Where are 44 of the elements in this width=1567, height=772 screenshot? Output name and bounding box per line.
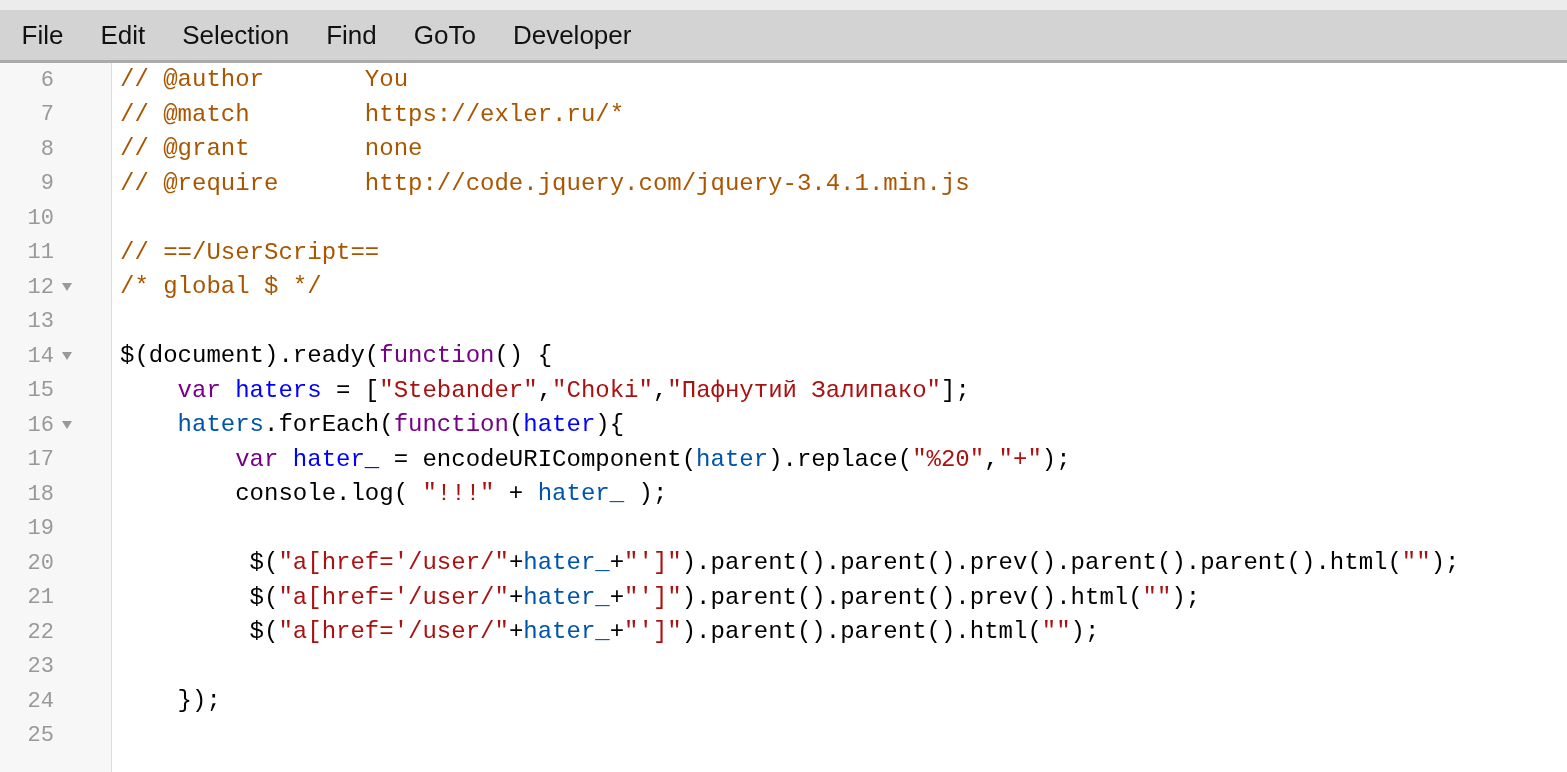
- fold-triangle-icon[interactable]: [62, 283, 72, 292]
- code-line: // ==/UserScript==: [120, 237, 380, 268]
- code-line: var hater_ = encodeURIComponent(hater).replace("%20","+");: [234, 444, 1071, 475]
- line-number: 24: [26, 687, 54, 716]
- line-number: 23: [26, 653, 54, 682]
- line-number: 20: [26, 549, 54, 578]
- line-number: 18: [26, 480, 54, 509]
- code-line: $("a[href='/user/"+hater_+"']").parent().parent().prev().parent().parent().html("");: [248, 548, 1460, 579]
- line-number: 7: [39, 101, 54, 130]
- code-line: $("a[href='/user/"+hater_+"']").parent().parent().prev().html("");: [248, 582, 1201, 613]
- line-number: 14: [26, 342, 54, 371]
- menu-item[interactable]: Developer: [494, 15, 650, 55]
- code-line: // @grant none: [120, 134, 423, 165]
- code-line: /* global $ */: [120, 272, 322, 303]
- code-line: // @match https://exler.ru/*: [120, 99, 625, 130]
- menu-item[interactable]: Edit: [81, 15, 164, 55]
- code-line: $(document).ready(function() {: [120, 341, 553, 372]
- fold-triangle-icon[interactable]: [62, 352, 72, 361]
- menu-item[interactable]: GoTo: [395, 15, 495, 55]
- menu-item[interactable]: Selection: [163, 15, 308, 55]
- line-number: 22: [26, 618, 54, 647]
- code-line: // @require http://code.jquery.com/jquery-3.4.1.min.js: [120, 168, 970, 199]
- line-number: 6: [39, 66, 54, 95]
- code-line: haters.forEach(function(hater){: [176, 410, 625, 441]
- line-number: 9: [39, 170, 54, 199]
- line-number: 21: [26, 584, 54, 613]
- code-line: console.log( "!!!" + hater_ );: [234, 479, 668, 510]
- code-line: $("a[href='/user/"+hater_+"']").parent().parent().html("");: [248, 617, 1100, 648]
- code-line: var haters = ["Stebander","Choki","Пафнутий Залипако"];: [176, 375, 970, 406]
- menu-item[interactable]: File: [3, 15, 82, 55]
- line-number: 12: [26, 273, 54, 302]
- fold-triangle-icon[interactable]: [62, 421, 72, 430]
- code-line: });: [176, 686, 221, 717]
- line-number: 13: [26, 308, 54, 337]
- line-number: 25: [26, 722, 54, 751]
- line-number: 15: [26, 377, 54, 406]
- code-line: // @author You: [120, 65, 409, 96]
- line-number: 11: [26, 239, 54, 268]
- line-number: 19: [26, 515, 54, 544]
- line-number: 8: [39, 135, 54, 164]
- line-number: 16: [26, 411, 54, 440]
- menu-item[interactable]: Find: [307, 15, 396, 55]
- line-number: 17: [26, 446, 54, 475]
- line-number: 10: [26, 204, 54, 233]
